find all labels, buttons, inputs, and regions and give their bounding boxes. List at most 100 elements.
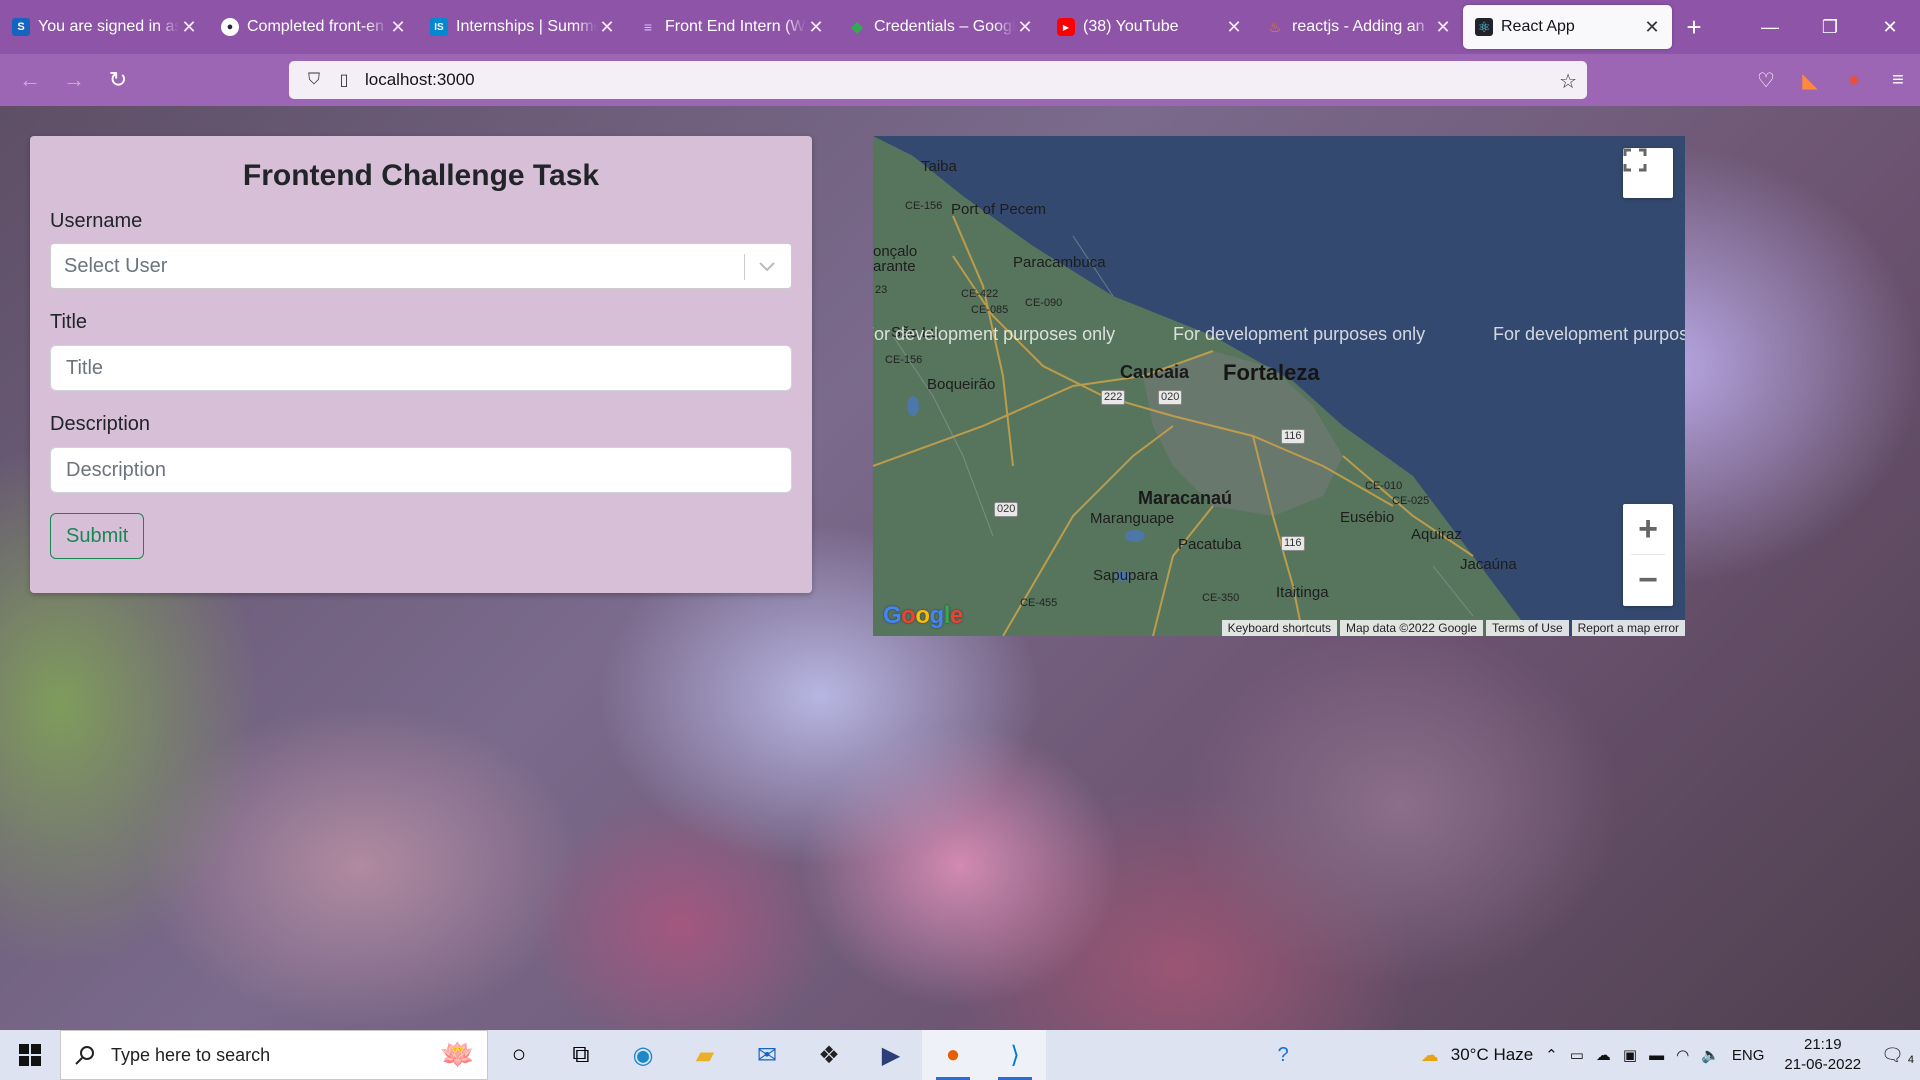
title-input[interactable] bbox=[50, 345, 792, 391]
list-icon: ≡ bbox=[643, 19, 653, 35]
zoom-in-button[interactable]: + bbox=[1623, 504, 1673, 554]
road-label: CE-422 bbox=[961, 288, 999, 300]
chevron-down-icon[interactable] bbox=[755, 252, 779, 282]
language-indicator[interactable]: ENG bbox=[1726, 1047, 1771, 1064]
close-icon[interactable]: ✕ bbox=[1433, 17, 1453, 38]
notification-count: 4 bbox=[1907, 1053, 1914, 1066]
profile-extension-icon[interactable]: ● bbox=[1832, 58, 1876, 102]
clock[interactable]: 21:19 21-06-2022 bbox=[1770, 1035, 1875, 1075]
shield-icon[interactable]: ⛉ bbox=[299, 71, 329, 89]
close-icon[interactable]: ✕ bbox=[179, 17, 199, 38]
username-placeholder: Select User bbox=[64, 254, 168, 277]
report-map-error-link[interactable]: Report a map error bbox=[1571, 620, 1685, 636]
google-map[interactable]: Taiba Port of Pecem onçalo arante Paracam… bbox=[873, 136, 1685, 636]
menu-icon[interactable]: ≡ bbox=[1876, 58, 1920, 102]
description-label: Description bbox=[50, 413, 151, 435]
close-window-icon[interactable]: ✕ bbox=[1860, 0, 1920, 54]
description-input[interactable] bbox=[50, 447, 792, 493]
road-label: 23 bbox=[875, 284, 888, 296]
zoom-out-button[interactable]: − bbox=[1623, 555, 1673, 605]
pocket-icon[interactable]: ♡ bbox=[1744, 58, 1788, 102]
tab-label: reactjs - Adding an bbox=[1292, 18, 1425, 35]
taskbar-search-box[interactable]: Type here to search 🪷 bbox=[60, 1030, 488, 1080]
username-select[interactable]: Select User bbox=[50, 243, 792, 289]
submit-button[interactable]: Submit bbox=[50, 513, 145, 559]
tab-stackoverflow[interactable]: ♨ reactjs - Adding an ✕ bbox=[1254, 0, 1463, 54]
page-title: Frontend Challenge Task bbox=[242, 159, 600, 192]
close-icon[interactable]: ✕ bbox=[1015, 17, 1035, 38]
map-label-port-of-pecem: Port of Pecem bbox=[951, 201, 1047, 218]
minimize-icon[interactable]: — bbox=[1740, 0, 1800, 54]
road-label: CE-156 bbox=[905, 200, 943, 212]
file-explorer-icon[interactable]: ▰ bbox=[674, 1030, 736, 1080]
dropbox-icon[interactable]: ❖ bbox=[798, 1030, 860, 1080]
map-label-maracanau: Maracanaú bbox=[1138, 488, 1233, 508]
close-icon[interactable]: ✕ bbox=[1224, 17, 1244, 38]
display-icon[interactable]: ▣ bbox=[1617, 1046, 1643, 1064]
wifi-icon[interactable]: ◠ bbox=[1670, 1046, 1695, 1064]
terms-of-use-link[interactable]: Terms of Use bbox=[1485, 620, 1569, 636]
tab-label: Front End Intern (W bbox=[665, 18, 806, 35]
search-placeholder: Type here to search bbox=[111, 1044, 271, 1065]
back-icon[interactable]: ← bbox=[8, 58, 52, 102]
forward-icon[interactable]: → bbox=[52, 58, 96, 102]
close-icon[interactable]: ✕ bbox=[806, 17, 826, 38]
restore-icon[interactable]: ❐ bbox=[1800, 0, 1860, 54]
extension-icon[interactable]: ◣ bbox=[1788, 58, 1832, 102]
close-icon[interactable]: ✕ bbox=[1642, 17, 1662, 38]
road-label: 020 bbox=[994, 502, 1019, 517]
fullscreen-button[interactable] bbox=[1623, 148, 1673, 198]
url-text[interactable]: localhost:3000 bbox=[365, 70, 475, 90]
notifications-icon[interactable]: 🗨 4 bbox=[1875, 1045, 1920, 1066]
reload-icon[interactable]: ↻ bbox=[96, 58, 140, 102]
powershell-icon[interactable]: ▶ bbox=[860, 1030, 922, 1080]
firefox-icon[interactable]: ● bbox=[922, 1030, 984, 1080]
clock-date: 21-06-2022 bbox=[1784, 1056, 1862, 1073]
weather-text[interactable]: 30°C Haze bbox=[1445, 1045, 1539, 1065]
road-label: 222 bbox=[1101, 390, 1126, 405]
map-label-itaitinga: Itaitinga bbox=[1276, 584, 1329, 601]
tab-credentials[interactable]: ◆ Credentials – Googl ✕ bbox=[836, 0, 1045, 54]
chevron-up-icon[interactable]: ⌃ bbox=[1539, 1046, 1564, 1064]
close-icon[interactable]: ✕ bbox=[388, 17, 408, 38]
tab-front-end-intern[interactable]: ≡ Front End Intern (W ✕ bbox=[627, 0, 836, 54]
react-icon: ⚛ bbox=[1475, 18, 1493, 36]
dev-watermark: For development purposes only bbox=[1493, 324, 1685, 344]
keyboard-shortcuts-link[interactable]: Keyboard shortcuts bbox=[1221, 620, 1337, 636]
select-separator bbox=[744, 254, 745, 280]
onedrive-icon[interactable]: ☁ bbox=[1590, 1046, 1617, 1064]
tab-signed-in[interactable]: S You are signed in as ✕ bbox=[0, 0, 209, 54]
task-view-icon[interactable]: ⧉ bbox=[550, 1030, 612, 1080]
tab-internships[interactable]: IS Internships | Summe ✕ bbox=[418, 0, 627, 54]
windows-start-button[interactable] bbox=[0, 1030, 60, 1080]
vscode-icon[interactable]: ⟩ bbox=[984, 1030, 1046, 1080]
road-label: 116 bbox=[1281, 536, 1305, 551]
internshala-icon: IS bbox=[430, 18, 448, 36]
tab-label: (38) YouTube bbox=[1083, 18, 1179, 35]
address-bar[interactable]: ⛉ ▯ localhost:3000 ☆ bbox=[289, 61, 1587, 99]
skype-icon: S bbox=[12, 18, 30, 36]
navigation-toolbar: ← → ↻ ⛉ ▯ localhost:3000 ☆ ♡ ◣ ● ≡ bbox=[0, 54, 1920, 106]
map-label-taiba: Taiba bbox=[921, 158, 957, 175]
tab-github[interactable]: ● Completed front-en ✕ bbox=[209, 0, 418, 54]
fullscreen-icon bbox=[1623, 148, 1647, 172]
dev-watermark: For development purposes only bbox=[1173, 324, 1426, 344]
bookmark-star-icon[interactable]: ☆ bbox=[1559, 69, 1577, 94]
map-label-jacauna: Jacaúna bbox=[1460, 556, 1517, 573]
meet-now-icon[interactable]: ▭ bbox=[1564, 1046, 1590, 1064]
edge-icon[interactable]: ◉ bbox=[612, 1030, 674, 1080]
github-icon: ● bbox=[221, 18, 239, 36]
road-label: CE-090 bbox=[1025, 297, 1063, 309]
battery-icon[interactable]: ▬ bbox=[1643, 1047, 1670, 1064]
help-icon[interactable]: ? bbox=[1272, 1044, 1295, 1067]
volume-icon[interactable]: 🔈 bbox=[1695, 1046, 1726, 1064]
new-tab-button[interactable]: + bbox=[1672, 12, 1716, 43]
tab-react-app[interactable]: ⚛ React App ✕ bbox=[1463, 5, 1672, 49]
cortana-icon[interactable]: ○ bbox=[488, 1030, 550, 1080]
tab-youtube[interactable]: ▶ (38) YouTube ✕ bbox=[1045, 0, 1254, 54]
mail-icon[interactable]: ✉ bbox=[736, 1030, 798, 1080]
google-logo: Google bbox=[883, 602, 963, 629]
map-attribution: Keyboard shortcuts Map data ©2022 Google… bbox=[1219, 620, 1685, 636]
close-icon[interactable]: ✕ bbox=[597, 17, 617, 38]
window-controls: — ❐ ✕ bbox=[1740, 0, 1920, 54]
